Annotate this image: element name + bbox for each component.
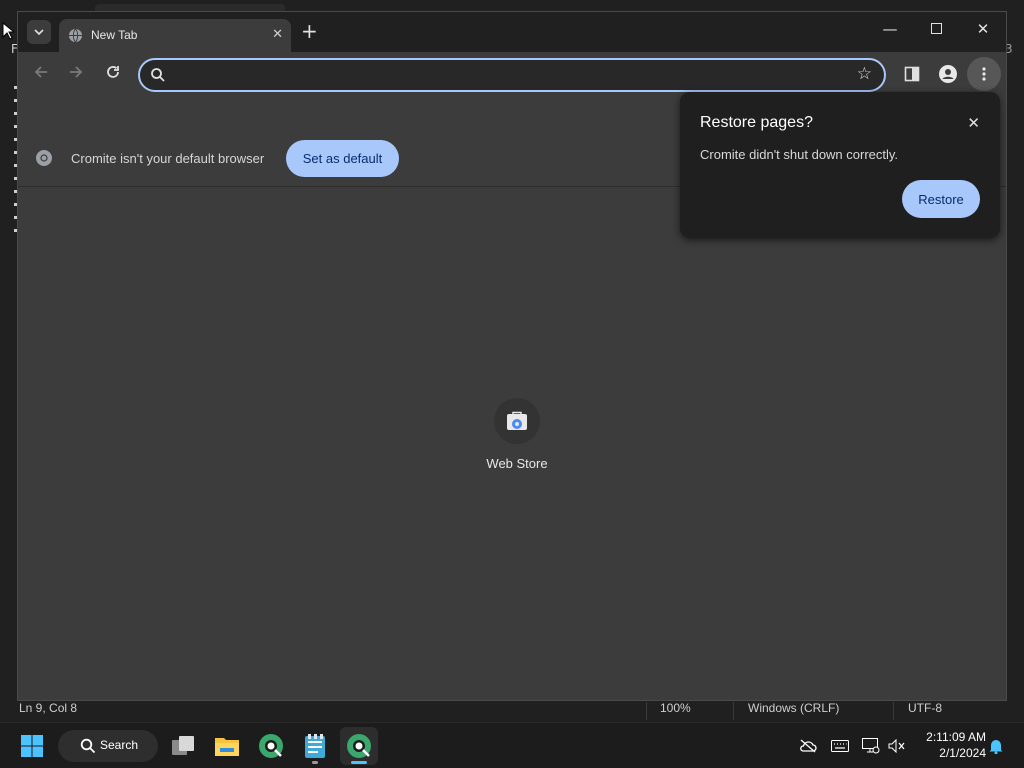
- close-icon[interactable]: ✕: [967, 114, 980, 132]
- onedrive-offline-icon[interactable]: [799, 737, 817, 755]
- cromite-taskbar-button[interactable]: [252, 727, 290, 765]
- start-button[interactable]: [13, 727, 51, 765]
- chromium-logo-icon: [36, 150, 52, 166]
- tab-new-tab[interactable]: New Tab ✕: [59, 19, 291, 52]
- close-window-icon[interactable]: ✕: [968, 20, 998, 38]
- status-line-ending: Windows (CRLF): [748, 701, 840, 715]
- side-panel-icon[interactable]: [900, 62, 924, 86]
- network-icon[interactable]: [862, 737, 880, 755]
- shortcut-tile: [494, 398, 540, 444]
- chevron-down-icon: [34, 29, 44, 35]
- status-zoom: 100%: [660, 701, 691, 715]
- search-icon: [80, 738, 96, 754]
- tab-search-button[interactable]: [27, 20, 51, 44]
- taskbar-clock[interactable]: 2:11:09 AM 2/1/2024: [916, 729, 986, 761]
- tab-title: New Tab: [91, 28, 138, 42]
- restore-pages-dialog: Restore pages? ✕ Cromite didn't shut dow…: [680, 92, 1000, 238]
- keyboard-icon[interactable]: [831, 737, 849, 755]
- back-icon[interactable]: [33, 64, 49, 84]
- web-store-icon: [507, 411, 527, 430]
- shortcut-web-store[interactable]: Web Store: [472, 398, 562, 471]
- file-explorer-icon: [215, 738, 239, 756]
- notepad-status-bar: Ln 9, Col 8 100% Windows (CRLF) UTF-8: [0, 700, 1024, 722]
- shortcut-label: Web Store: [486, 456, 548, 471]
- reload-icon[interactable]: [105, 64, 121, 84]
- dialog-title: Restore pages?: [700, 114, 813, 131]
- forward-icon[interactable]: [68, 64, 84, 84]
- cromite-icon: [259, 734, 283, 758]
- new-tab-page: Web Store: [18, 188, 1006, 700]
- status-encoding: UTF-8: [908, 701, 942, 715]
- maximize-icon[interactable]: [921, 20, 951, 38]
- taskbar-search[interactable]: Search: [58, 730, 158, 762]
- dialog-message: Cromite didn't shut down correctly.: [700, 147, 899, 162]
- minimize-icon[interactable]: —: [875, 20, 905, 38]
- windows-start-icon: [21, 735, 43, 757]
- cromite-active-icon: [347, 734, 371, 758]
- mouse-cursor-icon: [2, 22, 14, 40]
- profile-icon[interactable]: [936, 62, 960, 86]
- restore-button[interactable]: Restore: [902, 180, 980, 218]
- clock-time: 2:11:09 AM: [926, 730, 986, 744]
- cromite-active-taskbar-button[interactable]: [340, 727, 378, 765]
- set-as-default-button[interactable]: Set as default: [286, 140, 399, 177]
- infobar-message: Cromite isn't your default browser: [71, 151, 265, 166]
- task-view-button[interactable]: [164, 727, 202, 765]
- notepad-icon: [305, 734, 325, 758]
- taskbar: Search 2:11:09 AM 2/1/2024: [0, 722, 1024, 768]
- volume-muted-icon[interactable]: [888, 737, 906, 755]
- file-explorer-button[interactable]: [208, 727, 246, 765]
- notification-bell-icon[interactable]: [987, 737, 1005, 755]
- more-vertical-icon: [982, 67, 986, 81]
- taskbar-search-label: Search: [100, 738, 139, 752]
- search-icon: [151, 68, 165, 82]
- clock-date: 2/1/2024: [939, 746, 986, 760]
- status-position: Ln 9, Col 8: [19, 701, 78, 715]
- browser-toolbar: ☆: [18, 52, 1006, 96]
- bookmark-star-icon[interactable]: ☆: [857, 64, 872, 84]
- globe-icon: [68, 28, 83, 43]
- notepad-taskbar-button[interactable]: [296, 727, 334, 765]
- close-tab-icon[interactable]: ✕: [272, 27, 283, 42]
- tab-strip: New Tab ✕ + — ✕: [18, 12, 1006, 52]
- new-tab-button[interactable]: +: [301, 21, 318, 41]
- browser-menu-button[interactable]: [967, 57, 1001, 91]
- address-bar[interactable]: ☆: [138, 58, 886, 92]
- task-view-icon: [172, 736, 194, 755]
